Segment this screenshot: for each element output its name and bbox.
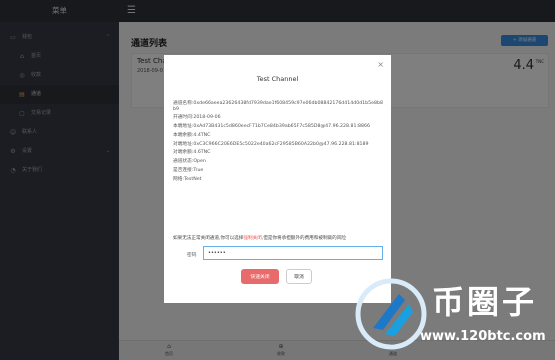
channel-info-list: 通道名称:0xde66aeea23626438fd7939dae1f608459…: [173, 101, 383, 186]
info-value: TestNet: [183, 176, 202, 182]
info-key: 通道状态:: [173, 159, 194, 165]
warning-text-before: 如果无法正常关闭通道,你可以选择: [173, 236, 244, 241]
info-row: 通道状态:Open: [173, 159, 383, 165]
close-icon[interactable]: ×: [377, 60, 384, 69]
force-close-warning: 如果无法正常关闭通道,你可以选择强制关闭,但是你将承担额外的费用和被制裁的风险: [173, 235, 385, 241]
watermark-brand: 币圈子: [432, 283, 538, 321]
watermark-url: www.120btc.com: [420, 329, 546, 344]
channel-detail-modal: × Test Channel 通道名称:0xde66aeea23626438fd…: [164, 55, 391, 303]
info-row: 本端地址:0xAd73B431c5d860eecF71b7Ce84b39ab65…: [173, 124, 383, 130]
password-label: 密码: [187, 253, 197, 258]
info-value: True: [193, 168, 204, 174]
info-key: 网络:: [173, 176, 184, 182]
password-input[interactable]: [203, 246, 383, 260]
info-value: 2018-09-06: [193, 115, 221, 121]
info-key: 本端余额:: [173, 132, 194, 138]
info-value: 0xAd73B431c5d860eecF71b7Ce84b39ab65F7c58…: [193, 124, 370, 130]
quick-close-button[interactable]: 快速关闭: [241, 269, 279, 284]
info-row: 网络:TestNet: [173, 177, 383, 183]
modal-title: Test Channel: [256, 75, 299, 83]
cancel-button[interactable]: 取消: [286, 269, 312, 284]
info-key: 开通时间:: [173, 115, 194, 121]
info-row: 对端余额:4.6TNC: [173, 150, 383, 156]
info-key: 对端余额:: [173, 150, 194, 156]
info-row: 开通时间:2018-09-06: [173, 115, 383, 121]
info-key: 对端地址:: [173, 141, 194, 147]
info-row: 对端地址:0xC3C966C20E6DE5c5022e40a62cF29585B…: [173, 142, 383, 148]
info-key: 本端地址:: [173, 124, 194, 130]
info-value: 0xde66aeea23626438fd7939dae1f608459c97e0…: [173, 101, 383, 112]
info-key: 通道名称:: [173, 101, 194, 106]
info-row: 本端余额:4.4TNC: [173, 133, 383, 139]
watermark-logo: [355, 278, 427, 350]
force-close-link[interactable]: 强制关闭: [243, 236, 261, 241]
info-value: 4.4TNC: [193, 132, 211, 138]
info-row: 通道名称:0xde66aeea23626438fd7939dae1f608459…: [173, 101, 383, 112]
info-value: Open: [193, 159, 206, 165]
warning-text-after: ,但是你将承担额外的费用和被制裁的风险: [261, 236, 346, 241]
info-row: 是否连接:True: [173, 168, 383, 174]
info-key: 是否连接:: [173, 168, 194, 174]
info-value: 4.6TNC: [193, 150, 211, 156]
info-value: 0xC3C966C20E6DE5c5022e40a62cF29585B60A22…: [193, 141, 369, 147]
